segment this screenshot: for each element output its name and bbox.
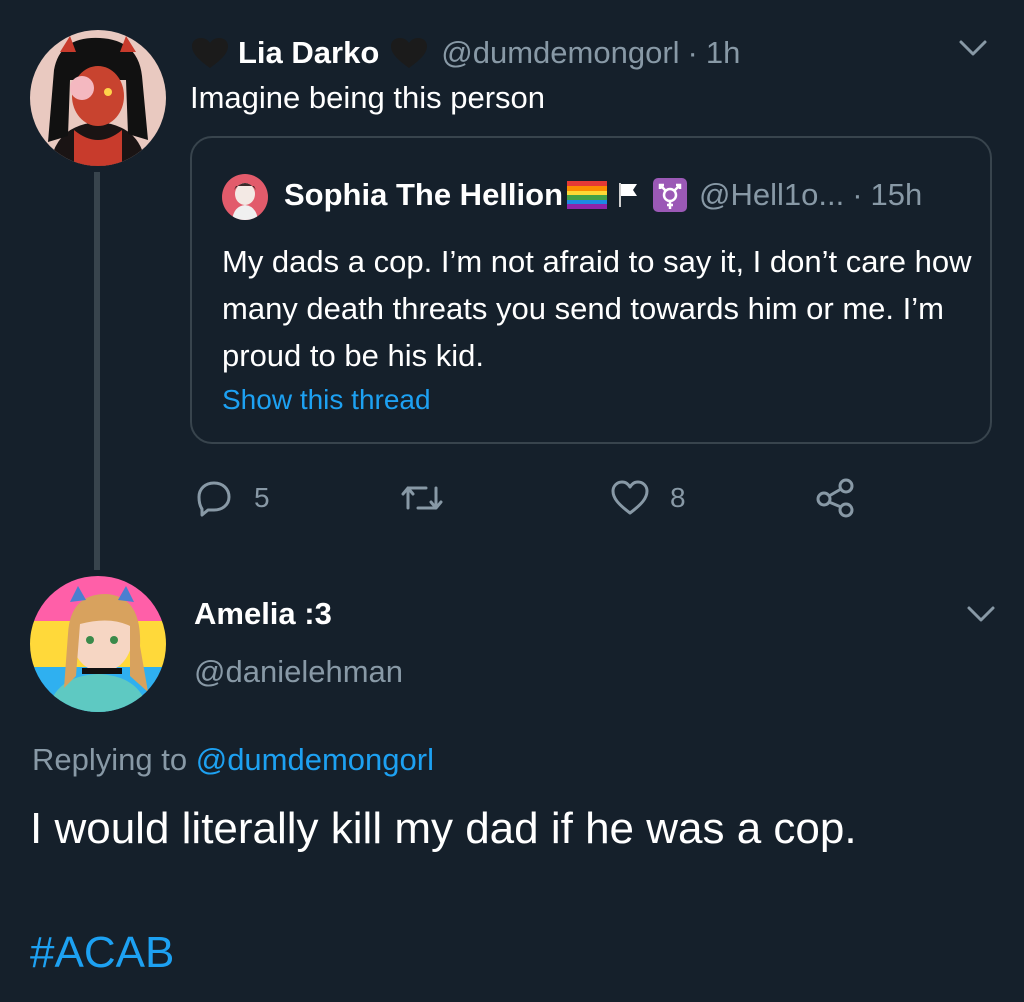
like-button[interactable]: 8 <box>610 476 686 520</box>
quoted-text: My dads a cop. I’m not afraid to say it,… <box>222 244 972 373</box>
black-heart-icon <box>192 38 228 68</box>
avatar <box>222 174 268 220</box>
timestamp[interactable]: 1h <box>706 35 740 71</box>
quoted-tweet[interactable]: Sophia The Hellion @Hell1o... · 15h My d… <box>190 136 992 444</box>
reply-text: I would literally kill my dad if he was … <box>30 804 857 853</box>
replying-to: Replying to @dumdemongorl <box>32 742 434 778</box>
separator: · <box>852 177 863 212</box>
replying-prefix: Replying to <box>32 742 188 777</box>
handle[interactable]: @dumdemongorl <box>441 35 679 71</box>
retweet-button[interactable] <box>398 476 466 520</box>
handle[interactable]: @Hell1o... <box>699 177 844 213</box>
timestamp[interactable]: 15h <box>871 177 923 213</box>
like-count: 8 <box>670 482 686 513</box>
retweet-icon <box>401 486 443 510</box>
rainbow-flag-icon <box>567 181 608 209</box>
display-name[interactable]: Lia Darko <box>238 35 379 71</box>
avatar[interactable] <box>30 30 166 166</box>
tweet-text: Imagine being this person <box>190 80 546 115</box>
reply-button[interactable]: 5 <box>194 476 270 520</box>
transgender-symbol-icon <box>653 178 688 212</box>
quoted-header: Sophia The Hellion @Hell1o... · 15h <box>284 172 922 218</box>
share-button[interactable] <box>814 476 876 520</box>
reply-count: 5 <box>254 482 270 513</box>
white-flag-icon <box>617 181 639 209</box>
display-name[interactable]: Sophia The Hellion <box>284 177 563 213</box>
share-icon <box>816 478 854 518</box>
tweet-header: Lia Darko @dumdemongorl · 1h <box>190 28 740 78</box>
handle[interactable]: @danielehman <box>194 654 403 690</box>
thread-line <box>94 172 100 570</box>
chevron-down-icon[interactable] <box>958 38 988 58</box>
chevron-down-icon[interactable] <box>966 604 996 624</box>
separator: · <box>687 35 698 70</box>
black-heart-icon <box>391 38 428 68</box>
reply-icon <box>197 481 231 517</box>
display-name[interactable]: Amelia :3 <box>194 596 332 632</box>
like-icon <box>611 480 649 515</box>
mention-link[interactable]: @dumdemongorl <box>196 742 434 777</box>
show-thread-link[interactable]: Show this thread <box>222 384 431 416</box>
hashtag-link[interactable]: #ACAB <box>30 928 174 978</box>
avatar[interactable] <box>30 576 166 712</box>
